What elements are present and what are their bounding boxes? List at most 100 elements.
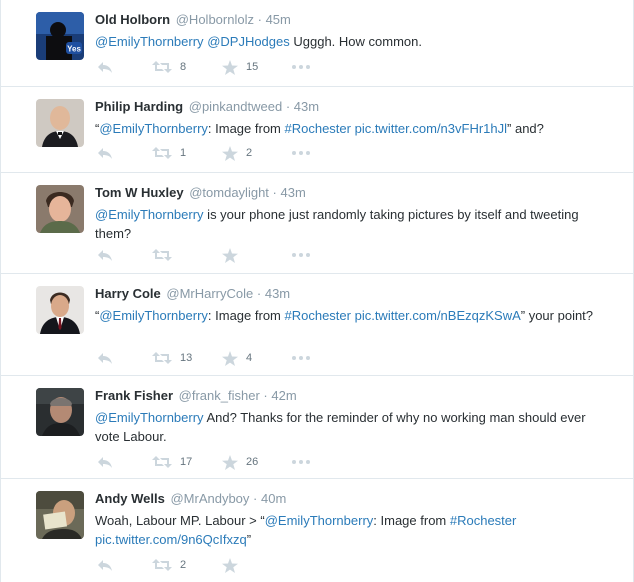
mention-link[interactable]: @EmilyThornberry (99, 308, 208, 323)
avatar[interactable] (36, 388, 84, 436)
media-link[interactable]: pic.twitter.com/9n6QcIfxzq (95, 532, 247, 547)
tweet[interactable]: Andy Wells @MrAndyboy · 40m Woah, Labour… (1, 479, 633, 582)
tweet[interactable]: Frank Fisher @frank_fisher · 42m @EmilyT… (1, 376, 633, 479)
author-name[interactable]: Harry Cole (95, 286, 161, 301)
more-dots-icon (292, 253, 310, 257)
avatar[interactable] (36, 185, 84, 233)
media-link[interactable]: pic.twitter.com/n3vFHr1hJl (355, 121, 507, 136)
reply-button[interactable] (97, 455, 152, 469)
tweet-text-segment: : Image from (207, 121, 285, 136)
tweet-text: Woah, Labour MP. Labour > “@EmilyThornbe… (95, 511, 603, 549)
avatar[interactable]: Yes (36, 12, 84, 60)
author-name[interactable]: Andy Wells (95, 491, 165, 506)
favorite-button[interactable] (222, 247, 292, 263)
favorite-button[interactable] (222, 557, 292, 573)
reply-icon (98, 560, 112, 571)
reply-button[interactable] (97, 248, 152, 262)
tweet-actions: 8 15 (97, 59, 322, 75)
author-handle[interactable]: @MrAndyboy (170, 491, 249, 506)
retweet-button[interactable]: 8 (152, 60, 222, 74)
tweet-text: @EmilyThornberry @DPJHodges Ugggh. How c… (95, 32, 603, 51)
tweet-timestamp[interactable]: 43m (281, 185, 306, 200)
author-name[interactable]: Philip Harding (95, 99, 183, 114)
tweet-actions: 1 2 (97, 145, 322, 161)
retweet-button[interactable] (152, 248, 222, 262)
retweet-icon (152, 61, 172, 73)
svg-text:Yes: Yes (67, 45, 81, 54)
mention-link[interactable]: @EmilyThornberry (265, 513, 374, 528)
tweet-timestamp[interactable]: 42m (271, 388, 296, 403)
tweet-actions (97, 247, 322, 263)
author-handle[interactable]: @Holbornlolz (176, 12, 254, 27)
tweet[interactable]: Tom W Huxley @tomdaylight · 43m @EmilyTh… (1, 173, 633, 274)
mention-link[interactable]: @EmilyThornberry (95, 410, 204, 425)
author-name[interactable]: Frank Fisher (95, 388, 173, 403)
author-name[interactable]: Tom W Huxley (95, 185, 184, 200)
more-button[interactable] (292, 356, 322, 360)
reply-button[interactable] (97, 60, 152, 74)
tweet-text: “@EmilyThornberry: Image from #Rochester… (95, 119, 603, 138)
tweet-timestamp[interactable]: 43m (294, 99, 319, 114)
retweet-icon (152, 147, 172, 159)
reply-icon (98, 62, 112, 73)
tweet[interactable]: Yes Old Holborn @Holbornlolz · 45m @Emil… (1, 0, 633, 87)
separator-dot: · (272, 185, 277, 200)
favorite-button[interactable]: 4 (222, 350, 292, 366)
media-link[interactable]: pic.twitter.com/nBEzqzKSwA (355, 308, 521, 323)
mention-link[interactable]: @DPJHodges (207, 34, 290, 49)
mention-link[interactable]: @EmilyThornberry (95, 207, 204, 222)
star-icon (222, 247, 238, 263)
tweet-timestamp[interactable]: 40m (261, 491, 286, 506)
separator-dot: · (285, 99, 291, 114)
retweet-button[interactable]: 2 (152, 558, 222, 572)
tweet[interactable]: Philip Harding @pinkandtweed · 43m “@Emi… (1, 87, 633, 173)
avatar[interactable] (36, 491, 84, 539)
reply-icon (98, 250, 112, 261)
tweet-actions: 17 26 (97, 454, 322, 470)
favorite-count: 2 (246, 147, 253, 159)
reply-button[interactable] (97, 146, 152, 160)
tweet-timestamp[interactable]: 45m (266, 12, 291, 27)
more-dots-icon (292, 151, 310, 155)
avatar[interactable] (36, 99, 84, 147)
author-handle[interactable]: @frank_fisher (179, 388, 260, 403)
mention-link[interactable]: @EmilyThornberry (95, 34, 204, 49)
favorite-button[interactable]: 26 (222, 454, 292, 470)
star-icon (222, 145, 238, 161)
tweet-text-segment: ” your point? (520, 308, 594, 323)
separator-dot: · (263, 388, 268, 403)
hashtag-link[interactable]: #Rochester (450, 513, 516, 528)
mention-link[interactable]: @EmilyThornberry (99, 121, 208, 136)
separator-dot: · (257, 12, 262, 27)
more-button[interactable] (292, 460, 322, 464)
retweet-button[interactable]: 1 (152, 146, 222, 160)
author-handle[interactable]: @tomdaylight (189, 185, 269, 200)
tweet-timestamp[interactable]: 43m (265, 286, 290, 301)
separator-dot: · (253, 491, 258, 506)
reply-button[interactable] (97, 558, 152, 572)
avatar[interactable] (36, 286, 84, 334)
more-button[interactable] (292, 151, 322, 155)
more-button[interactable] (292, 253, 322, 257)
tweet-text: @EmilyThornberry And? Thanks for the rem… (95, 408, 603, 446)
retweet-icon (152, 352, 172, 364)
retweet-button[interactable]: 17 (152, 455, 222, 469)
tweet[interactable]: Harry Cole @MrHarryCole · 43m “@EmilyTho… (1, 274, 633, 376)
author-handle[interactable]: @MrHarryCole (166, 286, 253, 301)
tweet-text-segment: : Image from (373, 513, 450, 528)
favorite-count: 15 (246, 61, 259, 73)
author-handle[interactable]: @pinkandtweed (189, 99, 282, 114)
favorite-button[interactable]: 15 (222, 59, 292, 75)
favorite-button[interactable]: 2 (222, 145, 292, 161)
more-dots-icon (292, 356, 310, 360)
separator-dot: · (256, 286, 262, 301)
hashtag-link[interactable]: #Rochester (284, 121, 350, 136)
author-name[interactable]: Old Holborn (95, 12, 170, 27)
hashtag-link[interactable]: #Rochester (284, 308, 350, 323)
more-button[interactable] (292, 65, 322, 69)
retweet-count: 8 (180, 61, 187, 73)
retweet-count: 17 (180, 456, 193, 468)
retweet-button[interactable]: 13 (152, 351, 222, 365)
reply-button[interactable] (97, 351, 152, 365)
star-icon (222, 350, 238, 366)
